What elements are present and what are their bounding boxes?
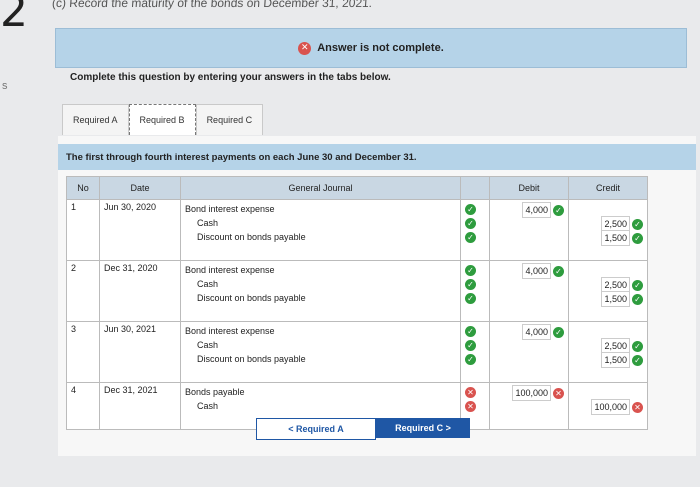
status-text: Answer is not complete. [317, 42, 444, 54]
error-icon: ✕ [465, 401, 476, 413]
instructions: Complete this question by entering your … [70, 72, 391, 83]
account-name[interactable]: Cash [185, 338, 456, 352]
check-icon: ✓ [465, 340, 476, 352]
debit-cell: 4,000 ✓ [489, 321, 569, 383]
error-icon: ✕ [465, 387, 476, 399]
check-icon: ✓ [465, 265, 476, 277]
account-name[interactable]: Cash [185, 216, 456, 230]
entry-number: 2 [66, 260, 100, 322]
credit-cell: 2,500 ✓ 1,500 ✓ [568, 199, 648, 261]
debit-cell: 4,000 ✓ [489, 199, 569, 261]
account-name[interactable]: Cash [185, 399, 456, 413]
question-number: 2 [0, 0, 28, 37]
check-icon: ✓ [465, 232, 476, 244]
credit-amount[interactable]: 1,500 [601, 291, 630, 307]
credit-amount[interactable]: 1,500 [601, 352, 630, 368]
col-journal: General Journal [180, 176, 461, 200]
question-text: (c) Record the maturity of the bonds on … [51, 0, 373, 10]
answer-status-banner: ✕ Answer is not complete. [55, 28, 687, 68]
account-cell: Bond interest expense Cash Discount on bon… [180, 260, 461, 322]
check-icon: ✓ [632, 233, 643, 245]
tab-panel: The first through fourth interest paymen… [58, 136, 696, 456]
col-check [460, 176, 490, 200]
subtitle: The first through fourth interest paymen… [66, 151, 417, 163]
subtitle-banner: The first through fourth interest paymen… [58, 144, 696, 170]
check-icon: ✓ [553, 266, 564, 278]
error-icon: ✕ [632, 402, 643, 414]
entry-date[interactable]: Dec 31, 2021 [99, 382, 181, 430]
check-icon: ✓ [553, 327, 564, 339]
check-icon: ✓ [632, 355, 643, 367]
error-icon: ✕ [553, 388, 564, 400]
account-name[interactable]: Discount on bonds payable [185, 291, 456, 305]
credit-amount[interactable]: 1,500 [601, 230, 630, 246]
debit-amount[interactable]: 100,000 [512, 385, 551, 401]
check-icon: ✓ [465, 354, 476, 366]
check-icon: ✓ [632, 280, 643, 292]
check-cell: ✓ ✓ ✓ [460, 321, 490, 383]
tab-bar: Required A Required B Required C [62, 104, 264, 136]
tab-required-b[interactable]: Required B [128, 104, 196, 135]
col-credit: Credit [568, 176, 648, 200]
tab-required-c[interactable]: Required C [195, 104, 264, 135]
account-name[interactable]: Cash [185, 277, 456, 291]
table-row: 2 Dec 31, 2020 Bond interest expense Cash Di… [66, 260, 648, 322]
credit-cell: 2,500 ✓ 1,500 ✓ [568, 321, 648, 383]
check-icon: ✓ [465, 218, 476, 230]
debit-cell: 4,000 ✓ [489, 260, 569, 322]
credit-cell: 100,000 ✕ [568, 382, 648, 430]
entry-number: 3 [66, 321, 100, 383]
table-row: 3 Jun 30, 2021 Bond interest expense Cash Di… [66, 321, 648, 383]
check-icon: ✓ [553, 205, 564, 217]
col-date: Date [99, 176, 181, 200]
prev-label: Required A [296, 424, 344, 434]
next-button[interactable]: Required C > [376, 418, 470, 438]
check-icon: ✓ [632, 294, 643, 306]
debit-amount[interactable]: 4,000 [522, 202, 551, 218]
account-name[interactable]: Discount on bonds payable [185, 352, 456, 366]
credit-cell: 2,500 ✓ 1,500 ✓ [568, 260, 648, 322]
entry-number: 1 [66, 199, 100, 261]
entry-date[interactable]: Jun 30, 2020 [99, 199, 181, 261]
error-icon: ✕ [298, 41, 312, 55]
debit-amount[interactable]: 4,000 [522, 324, 551, 340]
check-icon: ✓ [465, 204, 476, 216]
check-icon: ✓ [632, 341, 643, 353]
tab-required-a[interactable]: Required A [62, 104, 129, 135]
col-no: No [66, 176, 100, 200]
account-name[interactable]: Discount on bonds payable [185, 230, 456, 244]
prev-button[interactable]: < Required A [256, 418, 376, 440]
entry-number: 4 [66, 382, 100, 430]
check-icon: ✓ [465, 326, 476, 338]
table-row: 1 Jun 30, 2020 Bond interest expense Cash Di… [66, 199, 648, 261]
account-name[interactable]: Bond interest expense [185, 324, 456, 338]
account-name[interactable]: Bond interest expense [185, 263, 456, 277]
check-icon: ✓ [465, 279, 476, 291]
account-name[interactable]: Bond interest expense [185, 202, 456, 216]
debit-cell: 100,000 ✕ [489, 382, 569, 430]
debit-amount[interactable]: 4,000 [522, 263, 551, 279]
col-debit: Debit [489, 176, 569, 200]
edge-mark: s [2, 80, 8, 92]
credit-amount[interactable]: 100,000 [591, 399, 630, 415]
account-cell: Bond interest expense Cash Discount on bon… [180, 199, 461, 261]
check-cell: ✓ ✓ ✓ [460, 260, 490, 322]
next-label: Required C [395, 423, 444, 433]
check-cell: ✓ ✓ ✓ [460, 199, 490, 261]
entry-date[interactable]: Dec 31, 2020 [99, 260, 181, 322]
check-icon: ✓ [632, 219, 643, 231]
check-icon: ✓ [465, 293, 476, 305]
entry-date[interactable]: Jun 30, 2021 [99, 321, 181, 383]
account-name[interactable]: Bonds payable [185, 385, 456, 399]
account-cell: Bond interest expense Cash Discount on bon… [180, 321, 461, 383]
journal-table: No Date General Journal Debit Credit 1 Ju… [66, 176, 648, 430]
